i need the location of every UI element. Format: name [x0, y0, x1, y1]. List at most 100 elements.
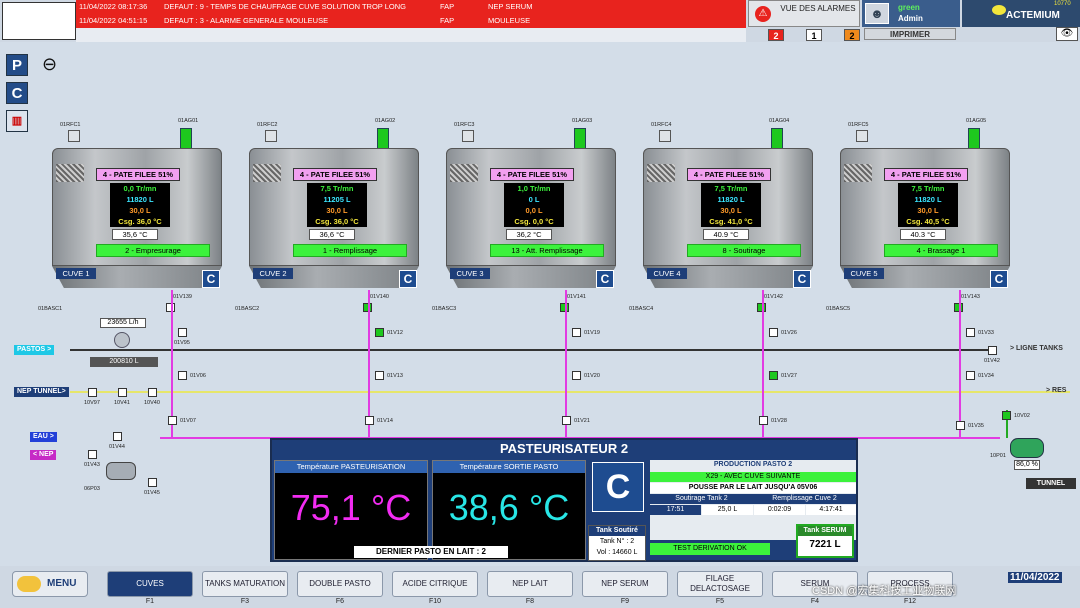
alarm-banner[interactable]: 11/04/2022 08:17:36 DEFAUT : 9 - TEMPS D… [76, 0, 746, 28]
alarm-count-white[interactable]: 1 [806, 29, 822, 41]
alarm-count-orange[interactable]: 2 [844, 29, 860, 41]
tank-label: CUVE 1 [56, 268, 96, 279]
serum-tank-box: Tank SERUM 7221 L [796, 524, 854, 558]
valve-v06[interactable] [178, 371, 187, 380]
flow-rate: 23655 L/h [100, 318, 146, 328]
valve-v42[interactable] [988, 346, 997, 355]
filling-label: Remplissage Cuve 2 [753, 494, 856, 504]
tank-setpoint: Csg. 41,0 °C [701, 216, 761, 227]
valve-tag: 01V33 [978, 330, 994, 336]
pump-motor-icon[interactable] [1010, 438, 1044, 458]
nav-cuves[interactable]: CUVES [107, 571, 193, 597]
valve-v21[interactable] [562, 416, 571, 425]
pump-motor-icon[interactable] [106, 462, 136, 480]
agitator-motor-icon[interactable] [377, 128, 389, 150]
eau-label: EAU > [30, 432, 57, 442]
chart-icon[interactable]: ▥ [6, 110, 28, 132]
valve-v45[interactable] [148, 478, 157, 487]
valve-v27[interactable] [769, 371, 778, 380]
tank-label: CUVE 5 [844, 268, 884, 279]
agitator-motor-icon[interactable] [968, 128, 980, 150]
tank-c-button[interactable]: C [596, 270, 614, 288]
pasteurization-temp-label: Température PASTEURISATION [275, 461, 427, 473]
valve-v26[interactable] [769, 328, 778, 337]
nav-acide-citrique[interactable]: ACIDE CITRIQUE [392, 571, 478, 597]
valve-v40[interactable] [148, 388, 157, 397]
eye-icon[interactable]: 👁 [1056, 27, 1078, 41]
tank-level: 0,0 L [504, 205, 564, 216]
p-button[interactable]: P [6, 54, 28, 76]
production-state: X29 - AVEC CUVE SUIVANTE [650, 472, 856, 482]
agitator-motor-icon[interactable] [574, 128, 586, 150]
nav-filage-delactosage[interactable]: FILAGE DELACTOSAGE [677, 571, 763, 597]
valve-tag: 01V13 [387, 373, 403, 379]
function-key: F6 [335, 598, 345, 605]
tank-temperature: 40.9 °C [703, 229, 749, 240]
tank-c-button[interactable]: C [399, 270, 417, 288]
valve-v44[interactable] [113, 432, 122, 441]
valve-v43[interactable] [88, 450, 97, 459]
valve-tag: 10V41 [114, 400, 130, 406]
valve-v20[interactable] [572, 371, 581, 380]
nav-nep-serum[interactable]: NEP SERUM [582, 571, 668, 597]
view-alarms-button[interactable]: ⚠ VUE DES ALARMES [748, 0, 860, 27]
tank-2[interactable]: 01RFC2 01AG02 4 - PATE FILEE 51% 7,5 Tr/… [249, 118, 421, 300]
outlet-temp: 38,6 °C [448, 487, 570, 528]
tank-c-button[interactable]: C [990, 270, 1008, 288]
nav-nep-lait[interactable]: NEP LAIT [487, 571, 573, 597]
nav-tanks-maturation[interactable]: TANKS MATURATION [202, 571, 288, 597]
valve-v35[interactable] [956, 421, 965, 430]
tank-5[interactable]: 01RFC5 01AG05 4 - PATE FILEE 51% 7,5 Tr/… [840, 118, 1012, 300]
valve-v02[interactable] [1002, 411, 1011, 420]
alarm-bell-icon: ⚠ [755, 6, 771, 22]
agitator-motor-icon[interactable] [180, 128, 192, 150]
tank-1[interactable]: 01RFC1 01AG01 4 - PATE FILEE 51% 0,0 Tr/… [52, 118, 224, 300]
tank-c-button[interactable]: C [202, 270, 220, 288]
alarm-area: MOULEUSE [488, 16, 531, 25]
agitator-motor-icon[interactable] [771, 128, 783, 150]
lock-icon[interactable] [462, 130, 474, 142]
withdrawn-tank-title: Tank Soutiré [589, 526, 645, 536]
nav-double-pasto[interactable]: DOUBLE PASTO [297, 571, 383, 597]
lock-icon[interactable] [68, 130, 80, 142]
tank-3[interactable]: 01RFC3 01AG03 4 - PATE FILEE 51% 1,0 Tr/… [446, 118, 618, 300]
pump-tag: 10P01 [990, 453, 1006, 459]
basc-tag: 01BASC4 [629, 306, 654, 312]
tank-rfc-tag: 01RFC1 [60, 122, 81, 128]
print-button[interactable]: IMPRIMER [864, 28, 956, 40]
valve-v12[interactable] [375, 328, 384, 337]
withdrawal-label: Soutirage Tank 2 [650, 494, 753, 504]
tank-volume: 11820 L [110, 194, 170, 205]
valve-v33[interactable] [966, 328, 975, 337]
alarm-row[interactable]: 11/04/2022 04:51:15 DEFAUT : 3 - ALARME … [76, 14, 746, 28]
valve-v19[interactable] [572, 328, 581, 337]
valve-v14[interactable] [365, 416, 374, 425]
valve-v95[interactable] [178, 328, 187, 337]
tank-recipe: 4 - PATE FILEE 51% [96, 168, 180, 181]
c-logo-icon[interactable]: C [592, 462, 644, 512]
alarm-row[interactable]: 11/04/2022 08:17:36 DEFAUT : 9 - TEMPS D… [76, 0, 746, 14]
valve-v41[interactable] [118, 388, 127, 397]
valve-v13[interactable] [375, 371, 384, 380]
tank-setpoint: Csg. 36,0 °C [307, 216, 367, 227]
function-key: F9 [620, 598, 630, 605]
lock-icon[interactable] [265, 130, 277, 142]
tank-c-button[interactable]: C [793, 270, 811, 288]
valve-v07[interactable] [168, 416, 177, 425]
valve-tag: 01V19 [584, 330, 600, 336]
tank-level: 30,0 L [307, 205, 367, 216]
menu-button[interactable]: MENU [12, 571, 88, 597]
zoom-out-icon[interactable]: ⊖ [42, 54, 64, 76]
user-panel[interactable]: ☻ green Admin [862, 0, 960, 27]
valve-v34[interactable] [966, 371, 975, 380]
tank-4[interactable]: 01RFC4 01AG04 4 - PATE FILEE 51% 7,5 Tr/… [643, 118, 815, 300]
lock-icon[interactable] [856, 130, 868, 142]
pastos-label: PASTOS > [14, 345, 55, 355]
valve-v97[interactable] [88, 388, 97, 397]
valve-v28[interactable] [759, 416, 768, 425]
c-button[interactable]: C [6, 82, 28, 104]
lock-icon[interactable] [659, 130, 671, 142]
alarm-count-red[interactable]: 2 [768, 29, 784, 41]
function-key: F12 [903, 598, 917, 605]
basc-tag: 01BASC5 [826, 306, 851, 312]
